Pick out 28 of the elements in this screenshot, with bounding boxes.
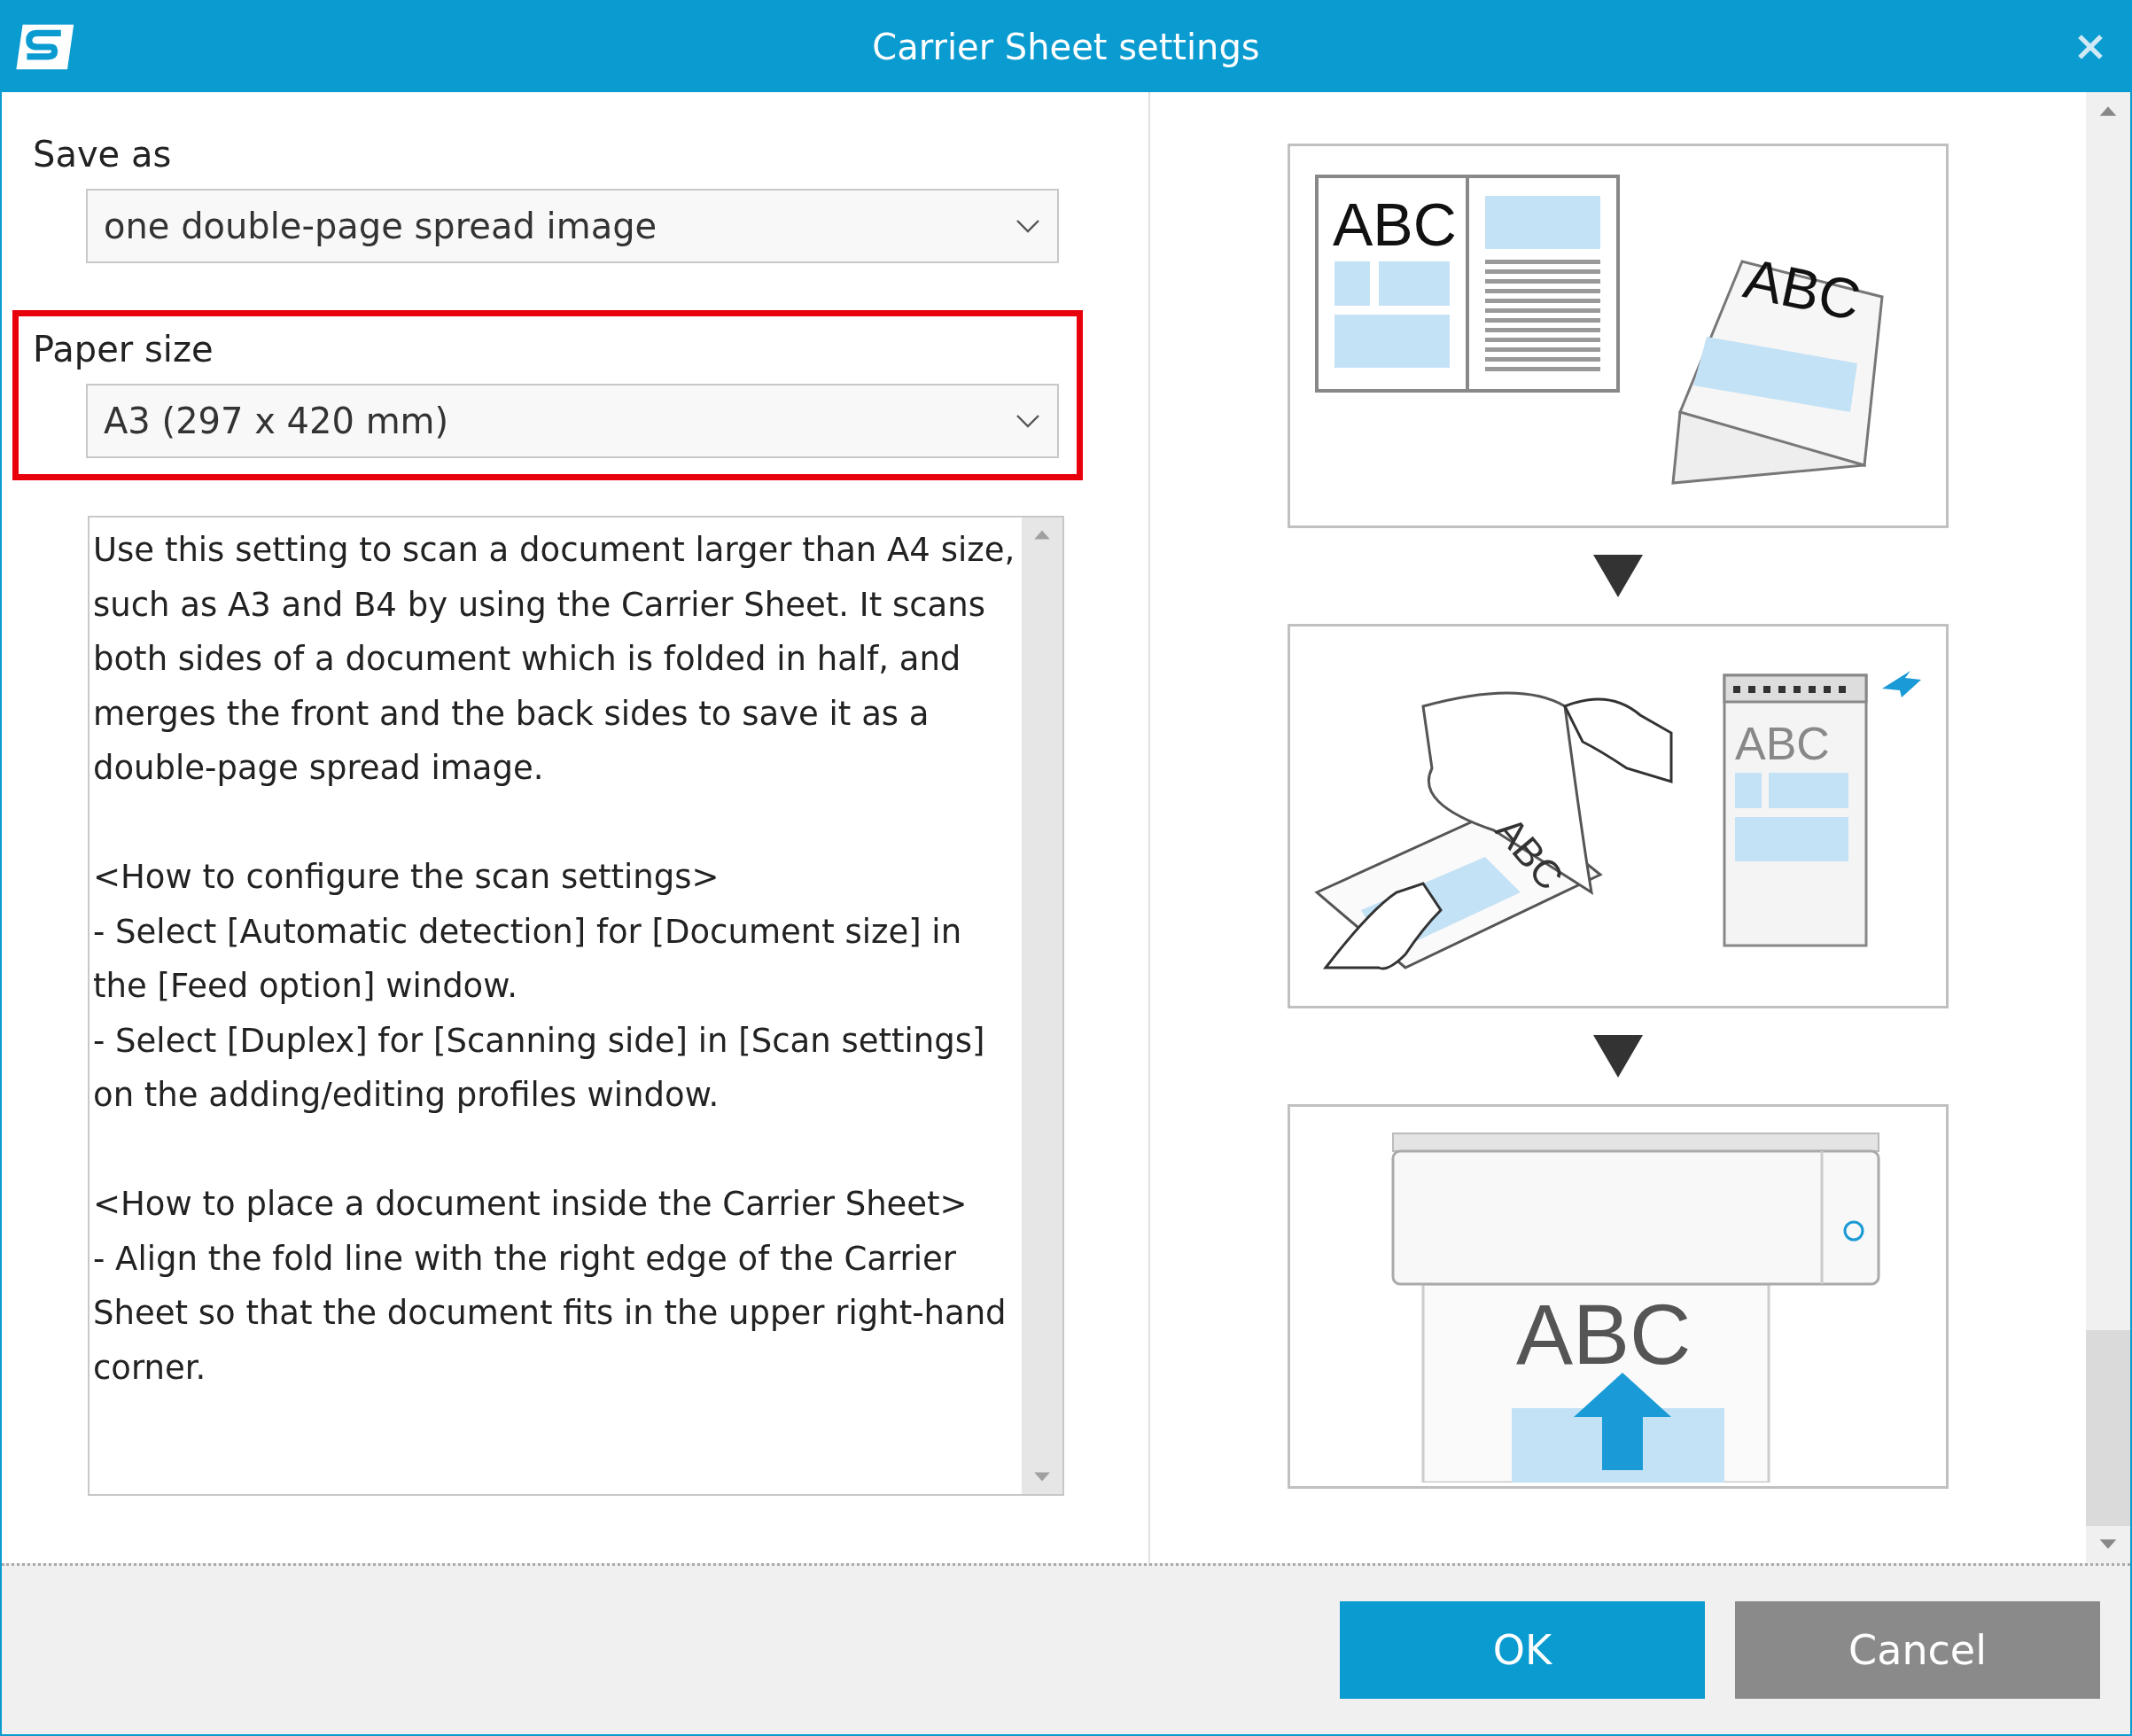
down-arrow-icon (1591, 1033, 1645, 1079)
down-arrow-icon (1591, 553, 1645, 599)
scroll-up-icon[interactable] (2097, 105, 2119, 117)
paper-size-dropdown[interactable]: A3 (297 x 420 mm) (86, 384, 1059, 458)
sample-text: ABC (1487, 808, 1573, 899)
description-text: - Align the fold line with the right edge of the Carrier Sheet so that the document fits in the upper right-hand corner. (93, 1238, 1008, 1389)
scroll-down-icon[interactable] (2097, 1538, 2119, 1551)
paper-size-label: Paper size (33, 329, 214, 370)
scrollbar[interactable] (1022, 518, 1062, 1494)
scroll-up-icon[interactable] (1032, 528, 1052, 541)
save-as-label: Save as (33, 134, 173, 175)
sample-text: ABC (1516, 1287, 1692, 1382)
sample-text: ABC (1333, 191, 1457, 258)
sample-text: ABC (1735, 718, 1830, 769)
description-text: - Select [Automatic detection] for [Document size] in the [Feed option] window. (93, 911, 963, 1007)
sample-text: ABC (1739, 245, 1866, 333)
chevron-icon (1015, 218, 1041, 234)
window-title: Carrier Sheet settings (872, 27, 1260, 67)
description-text: Use this setting to scan a document larger than A4 size, such as A3 and B4 by using the Carrier Sheet. It scans both sides of a document which is folded in half, and merges the front and the back sides to save it as a double-page spread image. (93, 530, 1016, 789)
arrow-icon (1882, 671, 1921, 697)
scroll-thumb[interactable] (2086, 1330, 2130, 1526)
chevron-icon (1015, 413, 1041, 429)
scroll-down-icon[interactable] (1032, 1471, 1052, 1483)
description-text: <How to place a document inside the Carrier Sheet> (93, 1184, 969, 1225)
scrollbar[interactable] (2086, 92, 2130, 1563)
save-as-dropdown[interactable]: one double-page spread image (86, 189, 1059, 263)
description-text: - Select [Duplex] for [Scanning side] in [Scan settings] on the adding/editing profiles window. (93, 1020, 986, 1116)
description-text: <How to configure the scan settings> (93, 857, 720, 898)
